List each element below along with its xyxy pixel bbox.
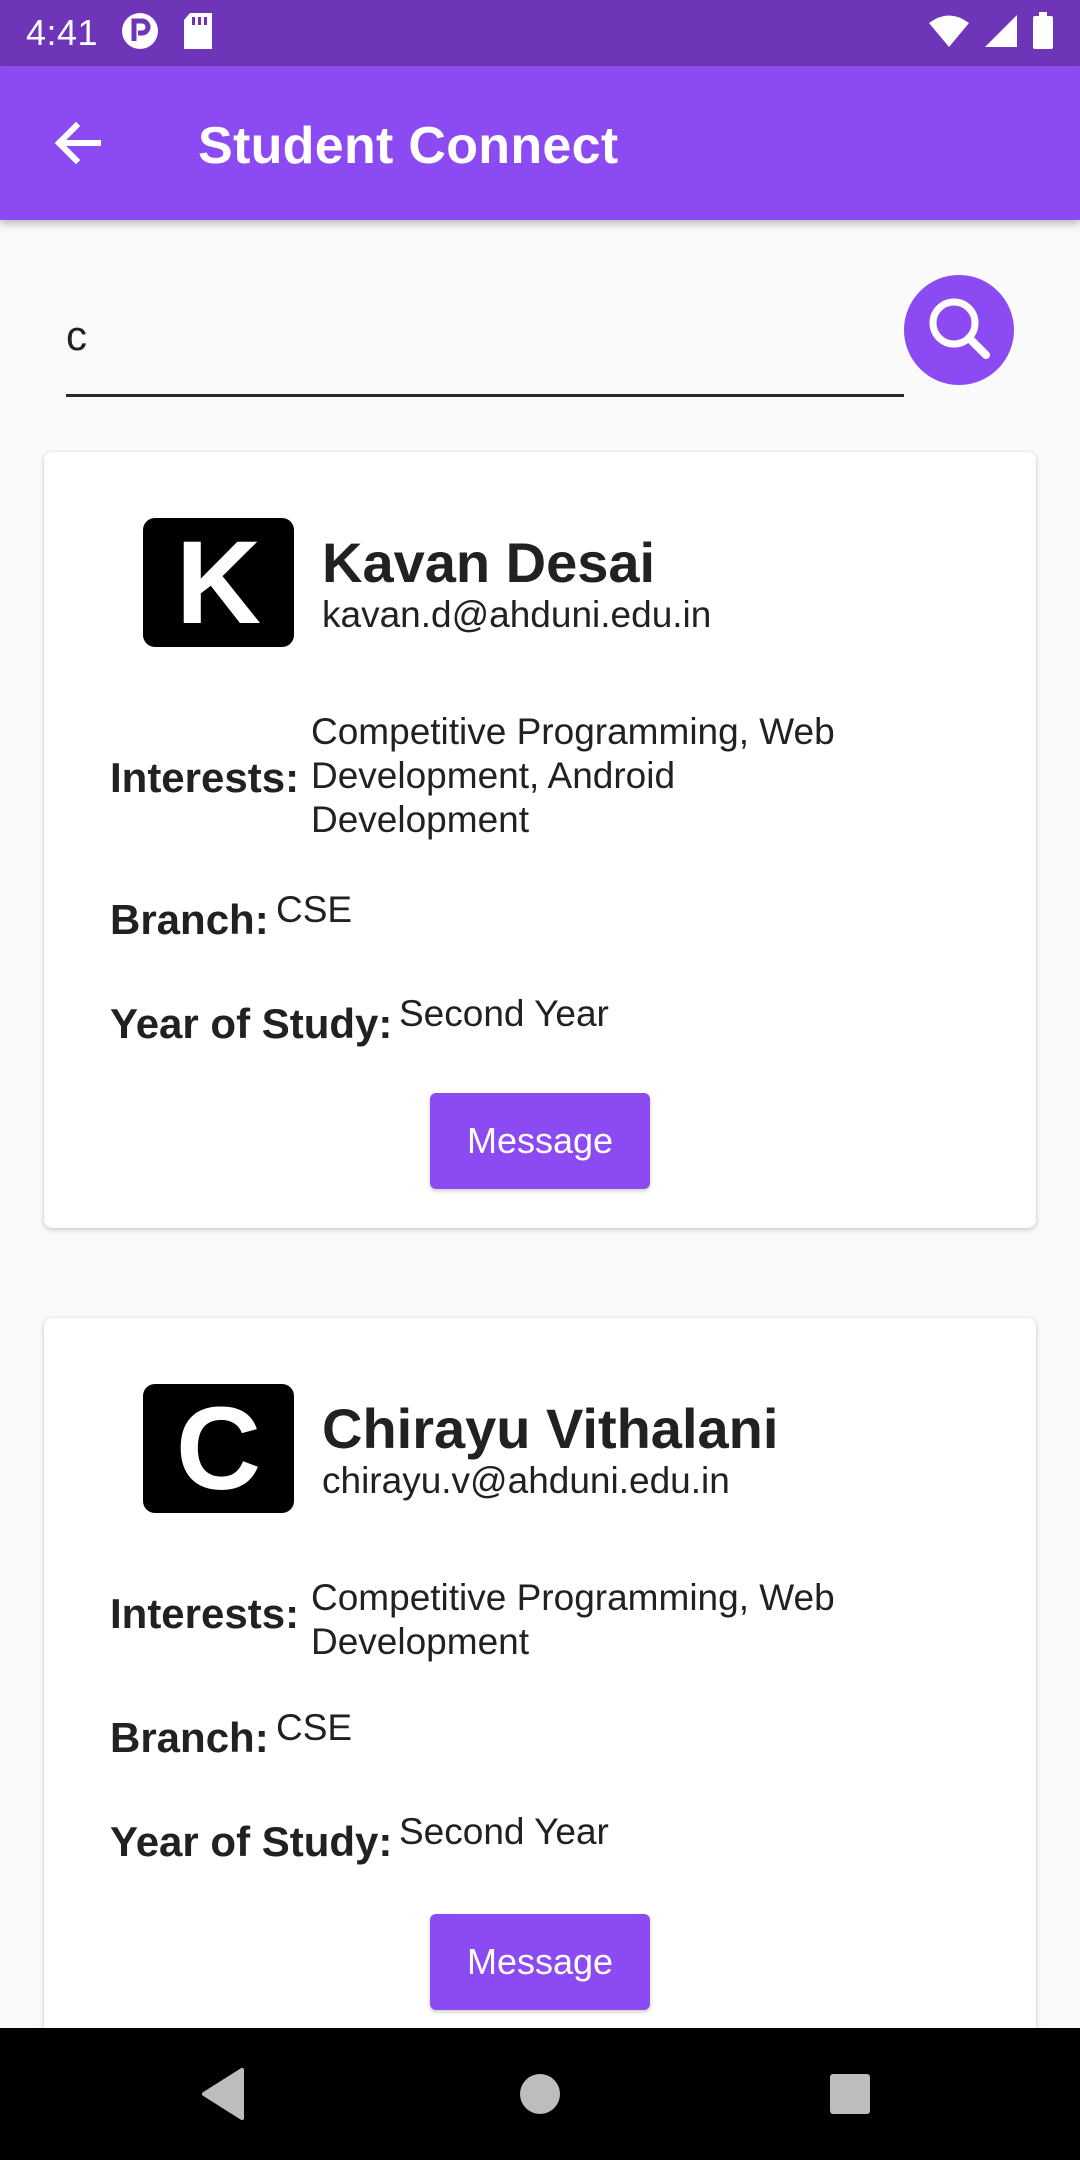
year-value: Second Year (399, 993, 609, 1034)
nav-home-button[interactable] (518, 2072, 562, 2121)
search-area (66, 270, 904, 398)
notification-p-icon (120, 11, 160, 56)
student-email: chirayu.v@ahduni.edu.in (322, 1460, 730, 1501)
interests-value: Competitive Programming, Web Development (311, 1576, 835, 1664)
avatar: C (143, 1383, 294, 1515)
nav-recents-button[interactable] (828, 2072, 872, 2121)
signal-icon (984, 14, 1018, 53)
search-underline (66, 394, 904, 397)
status-time: 4:41 (26, 12, 99, 53)
branch-value: CSE (276, 1707, 353, 1748)
year-label: Year of Study: (110, 1000, 393, 1047)
interests-line: Development, Android (311, 755, 676, 796)
triangle-back-icon (198, 2068, 248, 2126)
interests-line: Development (311, 1621, 530, 1662)
year-label: Year of Study: (110, 1818, 393, 1865)
circle-home-icon (518, 2074, 562, 2120)
branch-label: Branch: (110, 896, 269, 943)
app-bar: Student Connect (0, 66, 1080, 220)
nav-back-button[interactable] (198, 2066, 248, 2127)
status-bar: 4:41 (0, 0, 1080, 66)
interests-line: Development (311, 799, 530, 840)
student-name: Kavan Desai (322, 531, 656, 594)
status-left: 4:41 (26, 11, 214, 56)
interests-value: Competitive Programming, Web Development… (311, 710, 835, 842)
message-button[interactable]: Message (430, 1914, 650, 2010)
search-input[interactable] (66, 306, 902, 366)
square-recents-icon (828, 2074, 872, 2120)
search-icon (924, 293, 994, 368)
interests-label: Interests: (110, 754, 300, 801)
year-value: Second Year (399, 1811, 609, 1852)
navigation-bar (0, 2028, 1080, 2160)
interests-label: Interests: (110, 1590, 300, 1637)
avatar: K (143, 517, 294, 649)
battery-icon (1032, 11, 1054, 55)
wifi-icon (928, 14, 970, 53)
status-right (928, 11, 1054, 55)
sd-card-icon (182, 12, 214, 55)
branch-label: Branch: (110, 1714, 269, 1761)
interests-line: Competitive Programming, Web (311, 711, 835, 752)
back-button[interactable] (48, 113, 108, 173)
message-button[interactable]: Message (430, 1093, 650, 1189)
interests-line: Competitive Programming, Web (311, 1577, 835, 1618)
student-card: C Chirayu Vithalani chirayu.v@ahduni.edu… (44, 1318, 1036, 2078)
page-title: Student Connect (198, 117, 619, 175)
branch-value: CSE (276, 889, 353, 930)
search-button[interactable] (904, 275, 1014, 385)
student-card: K Kavan Desai kavan.d@ahduni.edu.in Inte… (44, 452, 1036, 1228)
student-email: kavan.d@ahduni.edu.in (322, 594, 712, 635)
arrow-back-icon (48, 121, 108, 177)
student-name: Chirayu Vithalani (322, 1397, 779, 1460)
